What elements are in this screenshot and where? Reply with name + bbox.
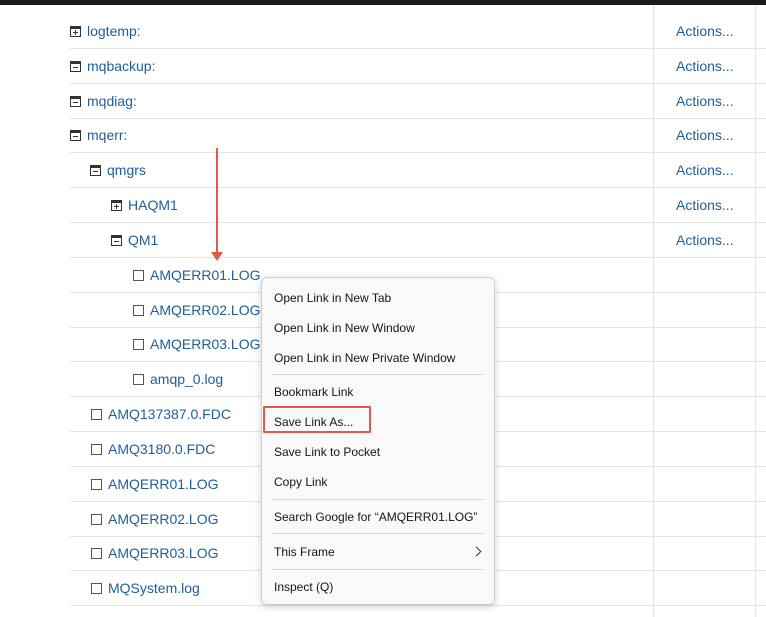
folder-link[interactable]: logtemp: bbox=[87, 23, 141, 39]
file-link[interactable]: AMQERR03.LOG bbox=[108, 545, 218, 561]
collapse-icon[interactable] bbox=[90, 164, 101, 176]
file-link[interactable]: AMQERR03.LOG bbox=[150, 336, 260, 352]
name-cell: mqdiag: bbox=[70, 84, 137, 118]
actions-link[interactable]: Actions... bbox=[676, 188, 734, 222]
file-link[interactable]: AMQERR02.LOG bbox=[108, 511, 218, 527]
file-icon bbox=[91, 513, 102, 525]
menu-item-copy-link[interactable]: Copy Link bbox=[274, 471, 327, 493]
annotation-highlight bbox=[263, 406, 371, 433]
file-icon bbox=[91, 547, 102, 559]
collapse-icon[interactable] bbox=[70, 129, 81, 141]
actions-link[interactable]: Actions... bbox=[676, 84, 734, 118]
name-cell: AMQERR03.LOG bbox=[133, 327, 260, 361]
table-row: qmgrs Actions... bbox=[70, 153, 766, 188]
table-row: logtemp: Actions... bbox=[70, 14, 766, 49]
file-link[interactable]: AMQ137387.0.FDC bbox=[108, 406, 231, 422]
file-icon bbox=[91, 478, 102, 490]
file-link[interactable]: AMQERR01.LOG bbox=[150, 267, 260, 283]
folder-link[interactable]: mqerr: bbox=[87, 127, 127, 143]
menu-separator bbox=[272, 499, 484, 500]
name-cell: HAQM1 bbox=[111, 188, 178, 222]
annotation-arrow bbox=[216, 148, 218, 254]
folder-link[interactable]: mqbackup: bbox=[87, 58, 155, 74]
file-icon bbox=[133, 269, 144, 281]
menu-item-bookmark-link[interactable]: Bookmark Link bbox=[274, 381, 353, 403]
menu-separator bbox=[272, 533, 484, 534]
table-row: mqdiag: Actions... bbox=[70, 84, 766, 119]
name-cell: AMQ137387.0.FDC bbox=[91, 397, 231, 431]
file-link[interactable]: AMQ3180.0.FDC bbox=[108, 441, 215, 457]
table-row: mqerr: Actions... bbox=[70, 118, 766, 153]
file-link[interactable]: MQSystem.log bbox=[108, 580, 200, 596]
folder-link[interactable]: HAQM1 bbox=[128, 197, 178, 213]
name-cell: AMQERR01.LOG bbox=[133, 258, 260, 292]
name-cell: AMQERR03.LOG bbox=[91, 536, 218, 570]
name-cell: AMQ3180.0.FDC bbox=[91, 432, 215, 466]
name-cell: QM1 bbox=[111, 223, 158, 257]
name-cell: qmgrs bbox=[90, 153, 146, 187]
file-icon bbox=[133, 304, 144, 316]
table-row: mqbackup: Actions... bbox=[70, 49, 766, 84]
file-icon bbox=[91, 443, 102, 455]
menu-item-inspect[interactable]: Inspect (Q) bbox=[274, 576, 333, 598]
menu-item-this-frame[interactable]: This Frame bbox=[274, 541, 335, 563]
actions-link[interactable]: Actions... bbox=[676, 49, 734, 83]
menu-item-search-google[interactable]: Search Google for “AMQERR01.LOG” bbox=[274, 506, 477, 528]
name-cell: MQSystem.log bbox=[91, 571, 200, 605]
folder-link[interactable]: mqdiag: bbox=[87, 93, 137, 109]
name-cell: logtemp: bbox=[70, 14, 141, 48]
menu-item-open-new-window[interactable]: Open Link in New Window bbox=[274, 317, 415, 339]
name-cell: AMQERR02.LOG bbox=[91, 502, 218, 536]
name-cell: amqp_0.log bbox=[133, 362, 223, 396]
menu-item-open-private-window[interactable]: Open Link in New Private Window bbox=[274, 347, 455, 369]
collapse-icon[interactable] bbox=[111, 234, 122, 246]
file-icon bbox=[91, 582, 102, 594]
file-icon bbox=[133, 338, 144, 350]
file-link[interactable]: AMQERR02.LOG bbox=[150, 302, 260, 318]
menu-separator bbox=[272, 374, 484, 375]
file-icon bbox=[133, 373, 144, 385]
menu-separator bbox=[272, 569, 484, 570]
actions-link[interactable]: Actions... bbox=[676, 223, 734, 257]
actions-link[interactable]: Actions... bbox=[676, 14, 734, 48]
arrow-head-icon bbox=[211, 252, 223, 261]
file-link[interactable]: AMQERR01.LOG bbox=[108, 476, 218, 492]
expand-icon[interactable] bbox=[70, 25, 81, 37]
menu-item-save-to-pocket[interactable]: Save Link to Pocket bbox=[274, 441, 380, 463]
file-link[interactable]: amqp_0.log bbox=[150, 371, 223, 387]
actions-link[interactable]: Actions... bbox=[676, 153, 734, 187]
actions-link[interactable]: Actions... bbox=[676, 118, 734, 152]
name-cell: mqbackup: bbox=[70, 49, 155, 83]
name-cell: AMQERR02.LOG bbox=[133, 293, 260, 327]
collapse-icon[interactable] bbox=[70, 60, 81, 72]
context-menu: Open Link in New Tab Open Link in New Wi… bbox=[261, 277, 495, 605]
top-border bbox=[0, 0, 766, 5]
chevron-right-icon bbox=[471, 546, 482, 557]
folder-link[interactable]: QM1 bbox=[128, 232, 158, 248]
collapse-icon[interactable] bbox=[70, 95, 81, 107]
table-row: HAQM1 Actions... bbox=[70, 188, 766, 223]
expand-icon[interactable] bbox=[111, 199, 122, 211]
menu-item-open-new-tab[interactable]: Open Link in New Tab bbox=[274, 287, 391, 309]
file-icon bbox=[91, 408, 102, 420]
table-row: QM1 Actions... bbox=[70, 223, 766, 258]
folder-link[interactable]: qmgrs bbox=[107, 162, 146, 178]
name-cell: mqerr: bbox=[70, 118, 127, 152]
name-cell: AMQERR01.LOG bbox=[91, 467, 218, 501]
